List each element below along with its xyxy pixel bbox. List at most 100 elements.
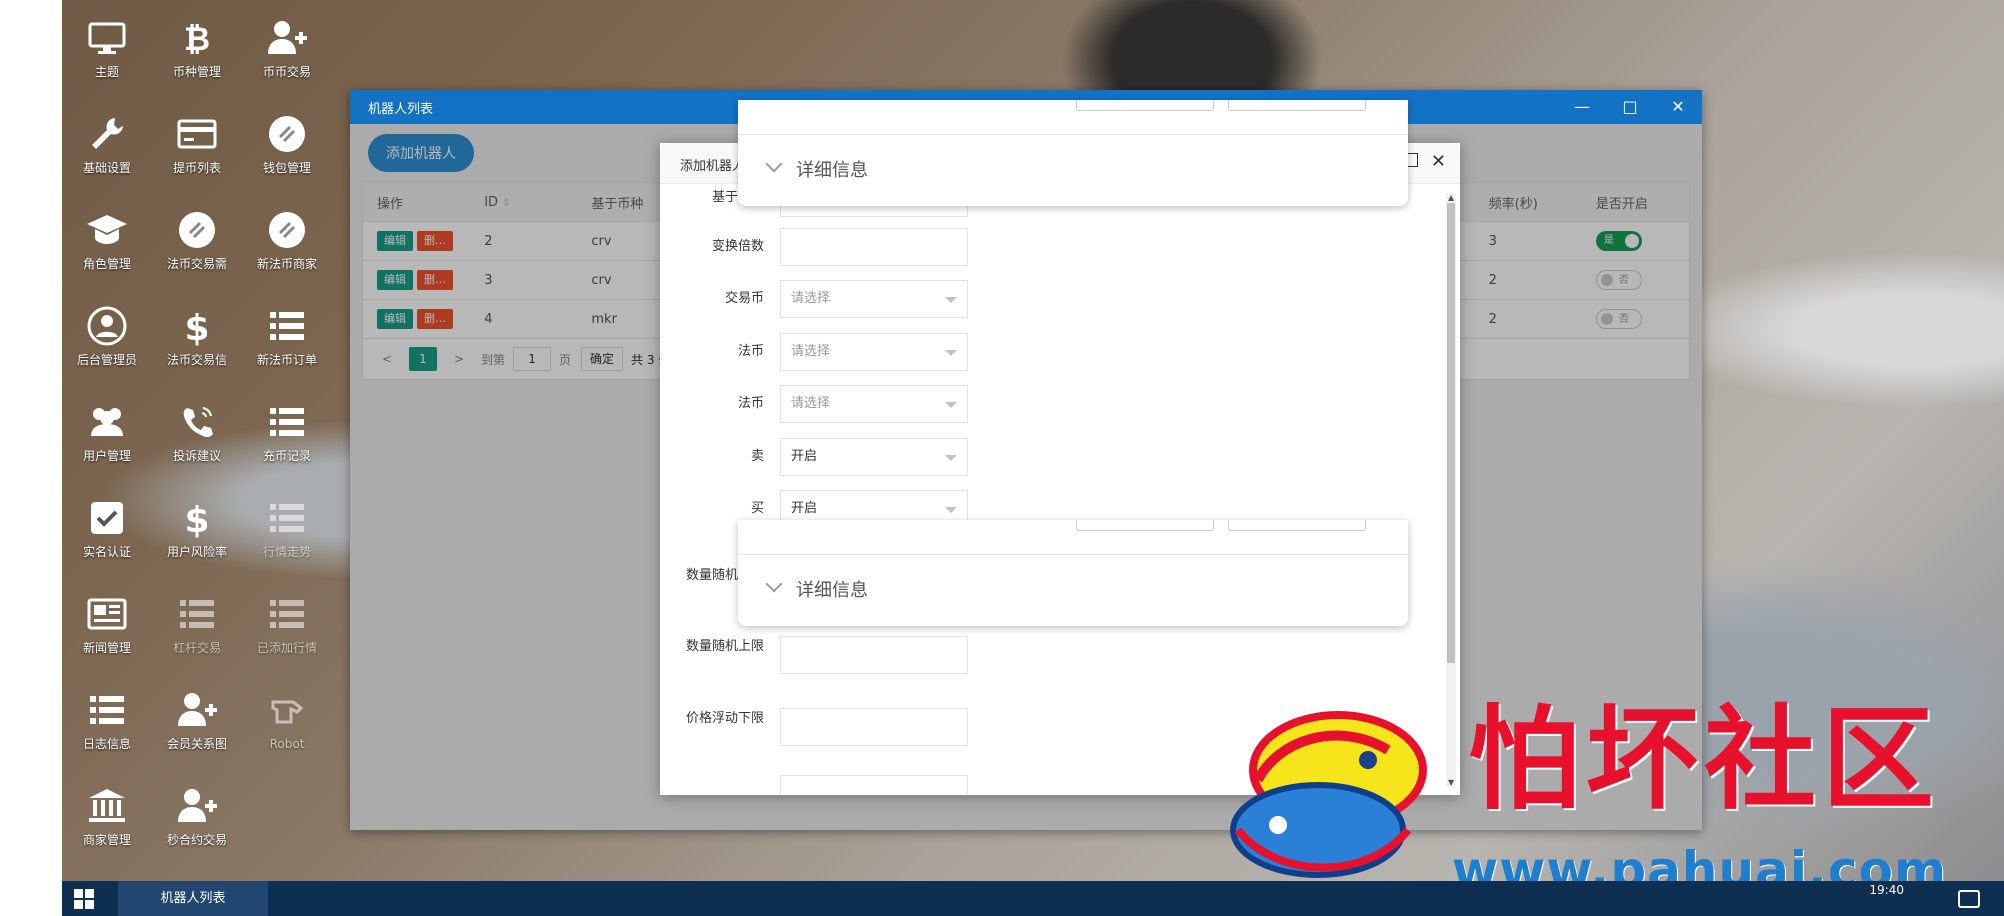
close-window-button[interactable]: ✕ [1666, 96, 1690, 118]
desktop-icon-admin[interactable]: 后台管理员 [62, 288, 152, 384]
desktop-icon-seconds-contract[interactable]: 秒合约交易 [152, 768, 242, 864]
field-label: 数量随机上限 [685, 639, 764, 654]
trade-coin-select[interactable]: 请选择 [780, 280, 968, 318]
link-circle-icon [269, 212, 305, 248]
detail-header[interactable]: 详细信息 [796, 156, 868, 182]
field-label: 交易币 [724, 291, 764, 306]
desktop-icon-robot[interactable]: Robot [242, 672, 332, 768]
price-min-input[interactable] [780, 708, 968, 746]
desktop-icon-news[interactable]: 新闻管理 [62, 576, 152, 672]
field-label: 买 [750, 501, 764, 516]
desktop-icon-role-manage[interactable]: 角色管理 [62, 192, 152, 288]
window-title: 机器人列表 [368, 102, 434, 117]
link-circle-icon [269, 116, 305, 152]
fiat-select[interactable]: 请选择 [780, 333, 968, 371]
detail-panel-top: 详细信息 [738, 100, 1408, 206]
form-row-trade-coin: 交易币 请选择 [660, 280, 1440, 320]
minimize-button[interactable]: — [1570, 96, 1594, 118]
desktop-icon-merchant[interactable]: 商家管理 [62, 768, 152, 864]
chevron-down-icon [945, 297, 957, 303]
panel-button[interactable] [1076, 100, 1214, 111]
robot-hand-icon [271, 700, 304, 724]
desktop-icon-leverage[interactable]: 杠杆交易 [152, 576, 242, 672]
desktop-icon-market-trend[interactable]: 行情走势 [242, 480, 332, 576]
desktop-icon-wallet-manage[interactable]: 钱包管理 [242, 96, 332, 192]
windows-start-icon[interactable] [74, 889, 94, 909]
graduation-cap-icon [87, 215, 127, 244]
desktop-icons: 主题 ₿ 币种管理 币币交易 基础设置 提币列表 钱包管理 角色管理 法币交易需… [62, 0, 332, 881]
desktop-icon-new-fiat-order[interactable]: 新法币订单 [242, 288, 332, 384]
list-icon [270, 504, 304, 532]
panel-button[interactable] [1076, 520, 1214, 531]
desktop-icon-theme[interactable]: 主题 [62, 0, 152, 96]
taskbar-item-robot-list[interactable]: 机器人列表 [118, 881, 268, 916]
field-label: 卖 [750, 449, 764, 464]
chevron-down-icon [945, 507, 957, 513]
qty-max-input[interactable] [780, 636, 968, 674]
desktop-icon-new-fiat-merchant[interactable]: 新法币商家 [242, 192, 332, 288]
scroll-down-icon[interactable]: ▼ [1448, 778, 1454, 787]
form-row-fiat-2: 法币 请选择 [660, 385, 1440, 425]
list-icon [180, 600, 214, 628]
desktop-icon-member-tree[interactable]: 会员关系图 [152, 672, 242, 768]
taskbar-clock: 19:40 [1869, 883, 1904, 897]
desktop-icon-basic-settings[interactable]: 基础设置 [62, 96, 152, 192]
desktop-icon-complaints[interactable]: 投诉建议 [152, 384, 242, 480]
chevron-down-icon[interactable] [765, 155, 783, 173]
detail-header[interactable]: 详细信息 [796, 576, 868, 602]
chevron-down-icon [945, 402, 957, 408]
screen: 主题 ₿ 币种管理 币币交易 基础设置 提币列表 钱包管理 角色管理 法币交易需… [0, 0, 2004, 916]
users-icon [91, 408, 123, 436]
desktop-icon-fiat-demand[interactable]: 法币交易需 [152, 192, 242, 288]
panel-button[interactable] [1228, 520, 1366, 531]
dollar-icon: $ [184, 308, 209, 348]
modal-scrollbar[interactable]: ▲ ▼ [1446, 193, 1456, 787]
add-user-icon [178, 693, 217, 726]
form-row-qty-max: 数量随机上限 [660, 636, 1440, 676]
desktop-icon-kyc[interactable]: 实名认证 [62, 480, 152, 576]
desktop-icon-added-markets[interactable]: 已添加行情 [242, 576, 332, 672]
scroll-thumb[interactable] [1447, 203, 1455, 663]
desktop-icon-logs[interactable]: 日志信息 [62, 672, 152, 768]
checkbox-icon [91, 502, 123, 534]
desktop-icon-withdraw-list[interactable]: 提币列表 [152, 96, 242, 192]
maximize-button[interactable]: □ [1618, 96, 1642, 118]
list-icon [270, 312, 304, 340]
form-row-sell: 卖 开启 [660, 438, 1440, 478]
field-label: 法币 [737, 344, 764, 359]
dollar-icon: $ [184, 500, 209, 540]
fiat-select-2[interactable]: 请选择 [780, 385, 968, 423]
newspaper-icon [87, 598, 127, 630]
desktop-icon-user-risk[interactable]: $ 用户风险率 [152, 480, 242, 576]
left-margin [0, 0, 62, 916]
svg-text:$: $ [184, 308, 209, 348]
scroll-up-icon[interactable]: ▲ [1448, 193, 1454, 202]
form-row-fiat-1: 法币 请选择 [660, 333, 1440, 373]
desktop-icon-fiat-info[interactable]: $ 法币交易信 [152, 288, 242, 384]
close-modal-button[interactable]: ✕ [1431, 151, 1446, 172]
desktop-icon-deposit-records[interactable]: 充币记录 [242, 384, 332, 480]
user-circle-icon [87, 306, 127, 346]
add-user-icon [268, 21, 307, 54]
chevron-down-icon[interactable] [765, 575, 783, 593]
wrench-icon [92, 118, 123, 149]
add-user-icon [178, 789, 217, 822]
multiplier-input[interactable] [780, 228, 968, 266]
next-input[interactable] [780, 775, 968, 795]
taskbar: 机器人列表 19:40 [62, 881, 2004, 916]
field-label: 价格浮动下限 [685, 711, 764, 726]
desktop-icon-user-manage[interactable]: 用户管理 [62, 384, 152, 480]
card-icon [177, 119, 217, 149]
monitor-icon [88, 22, 126, 54]
field-label: 法币 [737, 396, 764, 411]
panel-button[interactable] [1228, 100, 1366, 111]
desktop-icon-coin-trade[interactable]: 币币交易 [242, 0, 332, 96]
sell-select[interactable]: 开启 [780, 438, 968, 476]
list-icon [270, 408, 304, 436]
chevron-down-icon [945, 350, 957, 356]
notification-icon[interactable] [1958, 890, 1980, 908]
desktop-icon-coin-manage[interactable]: ₿ 币种管理 [152, 0, 242, 96]
list-icon [270, 600, 304, 628]
detail-panel-bottom: 详细信息 [738, 520, 1408, 626]
field-label: 变换倍数 [711, 239, 764, 254]
